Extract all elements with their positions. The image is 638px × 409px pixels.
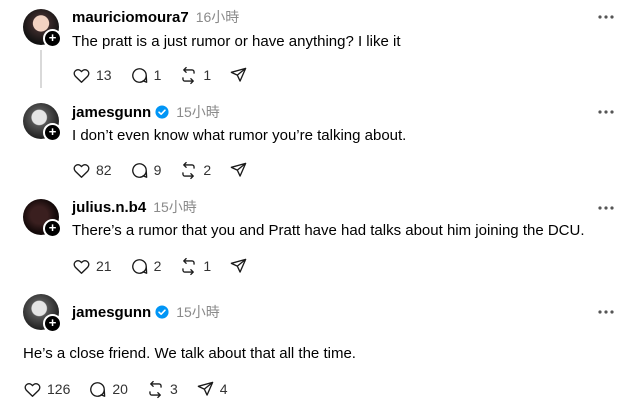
post-text: He’s a close friend. We talk about that … bbox=[23, 345, 356, 362]
repost-count: 3 bbox=[169, 381, 178, 397]
avatar[interactable]: + bbox=[23, 9, 62, 48]
like-count: 13 bbox=[96, 67, 112, 83]
follow-plus-icon[interactable]: + bbox=[43, 123, 62, 142]
share-button[interactable] bbox=[229, 66, 248, 85]
repost-count: 1 bbox=[203, 258, 212, 274]
avatar[interactable]: + bbox=[23, 294, 62, 333]
like-count: 21 bbox=[96, 258, 112, 274]
thread-line bbox=[40, 50, 42, 88]
like-count: 82 bbox=[96, 162, 112, 178]
like-button[interactable]: 126 bbox=[23, 380, 70, 399]
more-icon[interactable] bbox=[596, 7, 616, 27]
comment-button[interactable]: 9 bbox=[130, 161, 162, 180]
share-icon bbox=[230, 67, 247, 82]
timestamp[interactable]: 15小時 bbox=[153, 197, 197, 217]
repost-icon bbox=[182, 66, 196, 84]
post-text: The pratt is a just rumor or have anythi… bbox=[72, 33, 401, 50]
heart-icon bbox=[73, 259, 90, 274]
username[interactable]: mauriciomoura7 bbox=[72, 9, 189, 26]
heart-icon bbox=[73, 163, 90, 178]
follow-plus-icon[interactable]: + bbox=[43, 314, 62, 333]
comment-icon bbox=[90, 381, 106, 397]
comment-button[interactable]: 1 bbox=[130, 66, 162, 85]
username[interactable]: jamesgunn bbox=[72, 104, 151, 121]
repost-button[interactable]: 1 bbox=[179, 66, 211, 85]
like-count: 126 bbox=[47, 381, 71, 397]
reply-count: 9 bbox=[153, 162, 162, 178]
share-icon bbox=[230, 258, 247, 273]
verified-icon bbox=[155, 305, 169, 319]
comment-button[interactable]: 2 bbox=[130, 257, 162, 276]
timestamp[interactable]: 15小時 bbox=[176, 102, 220, 122]
timestamp[interactable]: 16小時 bbox=[196, 7, 240, 27]
more-icon[interactable] bbox=[596, 198, 616, 218]
more-icon[interactable] bbox=[596, 102, 616, 122]
share-button[interactable] bbox=[229, 161, 248, 180]
avatar[interactable]: + bbox=[23, 103, 62, 142]
like-button[interactable]: 21 bbox=[72, 257, 112, 276]
reply-count: 1 bbox=[153, 67, 162, 83]
username[interactable]: julius.n.b4 bbox=[72, 199, 146, 216]
comment-button[interactable]: 20 bbox=[88, 380, 128, 399]
repost-button[interactable]: 2 bbox=[179, 161, 211, 180]
avatar[interactable]: + bbox=[23, 199, 62, 238]
reply-count: 20 bbox=[112, 381, 128, 397]
repost-icon bbox=[182, 257, 196, 275]
share-icon bbox=[230, 162, 247, 177]
share-button[interactable]: 4 bbox=[196, 380, 228, 399]
comment-icon bbox=[131, 258, 147, 274]
username[interactable]: jamesgunn bbox=[72, 304, 151, 321]
reply-count: 2 bbox=[153, 258, 162, 274]
like-button[interactable]: 82 bbox=[72, 161, 112, 180]
more-icon[interactable] bbox=[596, 302, 616, 322]
repost-count: 1 bbox=[203, 67, 212, 83]
repost-icon bbox=[149, 380, 162, 398]
repost-button[interactable]: 1 bbox=[179, 257, 211, 276]
follow-plus-icon[interactable]: + bbox=[43, 29, 62, 48]
repost-button[interactable]: 3 bbox=[146, 380, 178, 399]
share-button[interactable] bbox=[229, 257, 248, 276]
heart-icon bbox=[73, 68, 90, 83]
follow-plus-icon[interactable]: + bbox=[43, 219, 62, 238]
timestamp[interactable]: 15小時 bbox=[176, 302, 220, 322]
like-button[interactable]: 13 bbox=[72, 66, 112, 85]
share-count: 4 bbox=[219, 381, 228, 397]
heart-icon bbox=[24, 382, 41, 397]
repost-count: 2 bbox=[203, 162, 212, 178]
repost-icon bbox=[182, 161, 196, 179]
verified-icon bbox=[155, 105, 169, 119]
comment-icon bbox=[131, 162, 147, 178]
share-icon bbox=[197, 381, 214, 396]
post-text: There’s a rumor that you and Pratt have … bbox=[72, 222, 585, 239]
comment-icon bbox=[131, 67, 147, 83]
post-text: I don’t even know what rumor you’re talk… bbox=[72, 127, 407, 144]
